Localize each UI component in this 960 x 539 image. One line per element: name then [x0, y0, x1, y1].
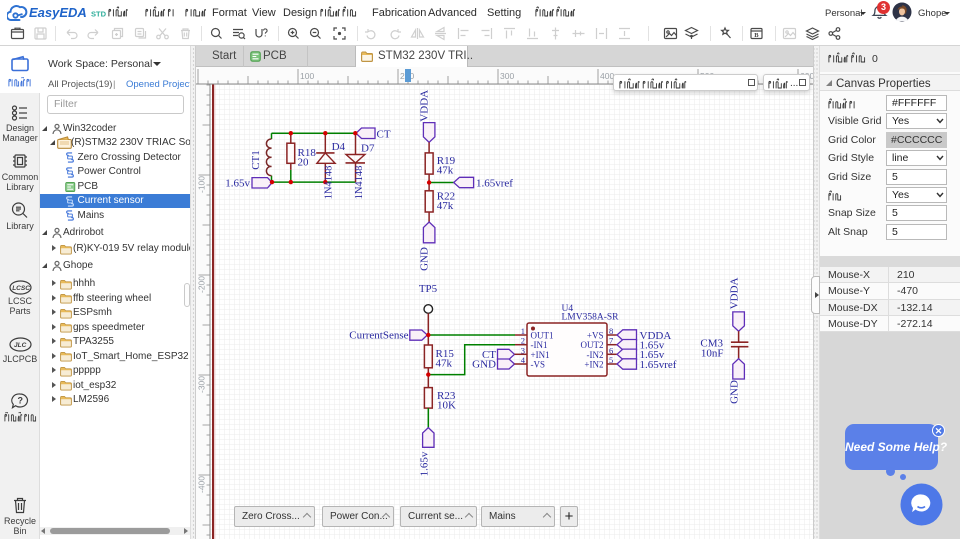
svg-text:-300: -300 — [197, 376, 207, 393]
svg-text:GND: GND — [472, 359, 496, 371]
svg-text:-200: -200 — [197, 276, 207, 293]
svg-text:JLC: JLC — [14, 342, 27, 349]
svg-text:TP5: TP5 — [419, 283, 438, 295]
svg-text:EasyEDA: EasyEDA — [29, 5, 87, 20]
svg-text:1N4148: 1N4148 — [354, 166, 365, 200]
svg-text:-100: -100 — [197, 176, 207, 193]
svg-text:OUT2: OUT2 — [581, 340, 604, 350]
svg-text:CurrentSense: CurrentSense — [349, 330, 408, 342]
svg-text:GND: GND — [729, 380, 741, 404]
svg-text:CT: CT — [377, 129, 391, 141]
svg-text:7: 7 — [609, 336, 613, 346]
svg-text:STD: STD — [91, 10, 107, 19]
svg-text:VDDA: VDDA — [419, 90, 431, 122]
svg-text:D7: D7 — [361, 143, 375, 155]
svg-text:20: 20 — [298, 157, 310, 169]
svg-text:47k: 47k — [437, 200, 454, 212]
svg-text:1.65v: 1.65v — [225, 177, 250, 189]
svg-text:47k: 47k — [436, 358, 453, 370]
svg-text:1.65v: 1.65v — [419, 451, 431, 476]
svg-text:8: 8 — [609, 326, 613, 336]
svg-text:-VS: -VS — [531, 360, 546, 370]
svg-text:LMV358A-SR: LMV358A-SR — [562, 313, 620, 323]
svg-text:GND: GND — [419, 247, 431, 271]
svg-text:D4: D4 — [332, 141, 346, 153]
svg-text:3: 3 — [521, 345, 525, 355]
svg-text:CT1: CT1 — [250, 150, 262, 170]
svg-text:6: 6 — [609, 345, 613, 355]
svg-text:VDDA: VDDA — [729, 277, 741, 309]
svg-text:-IN2: -IN2 — [587, 350, 604, 360]
svg-text:B: B — [754, 32, 759, 39]
svg-text:1.65vref: 1.65vref — [476, 178, 513, 190]
svg-text:-IN1: -IN1 — [531, 340, 548, 350]
svg-text:47k: 47k — [437, 165, 454, 177]
svg-text:10nF: 10nF — [701, 347, 724, 359]
svg-text:1: 1 — [521, 326, 525, 336]
svg-text:2: 2 — [521, 336, 525, 346]
svg-text:+IN1: +IN1 — [531, 350, 550, 360]
svg-text:1N4148: 1N4148 — [324, 166, 335, 200]
svg-text:10K: 10K — [437, 400, 456, 412]
svg-text:+VS: +VS — [587, 331, 604, 341]
svg-text:100: 100 — [300, 71, 314, 81]
svg-text:5: 5 — [609, 355, 613, 365]
svg-text:OUT1: OUT1 — [531, 331, 554, 341]
svg-text:-400: -400 — [197, 476, 207, 493]
svg-text:?: ? — [18, 396, 24, 406]
svg-text:300: 300 — [500, 71, 514, 81]
svg-text:+IN2: +IN2 — [584, 360, 603, 370]
svg-text:LCSC: LCSC — [12, 285, 30, 292]
svg-text:1.65vref: 1.65vref — [640, 359, 677, 371]
